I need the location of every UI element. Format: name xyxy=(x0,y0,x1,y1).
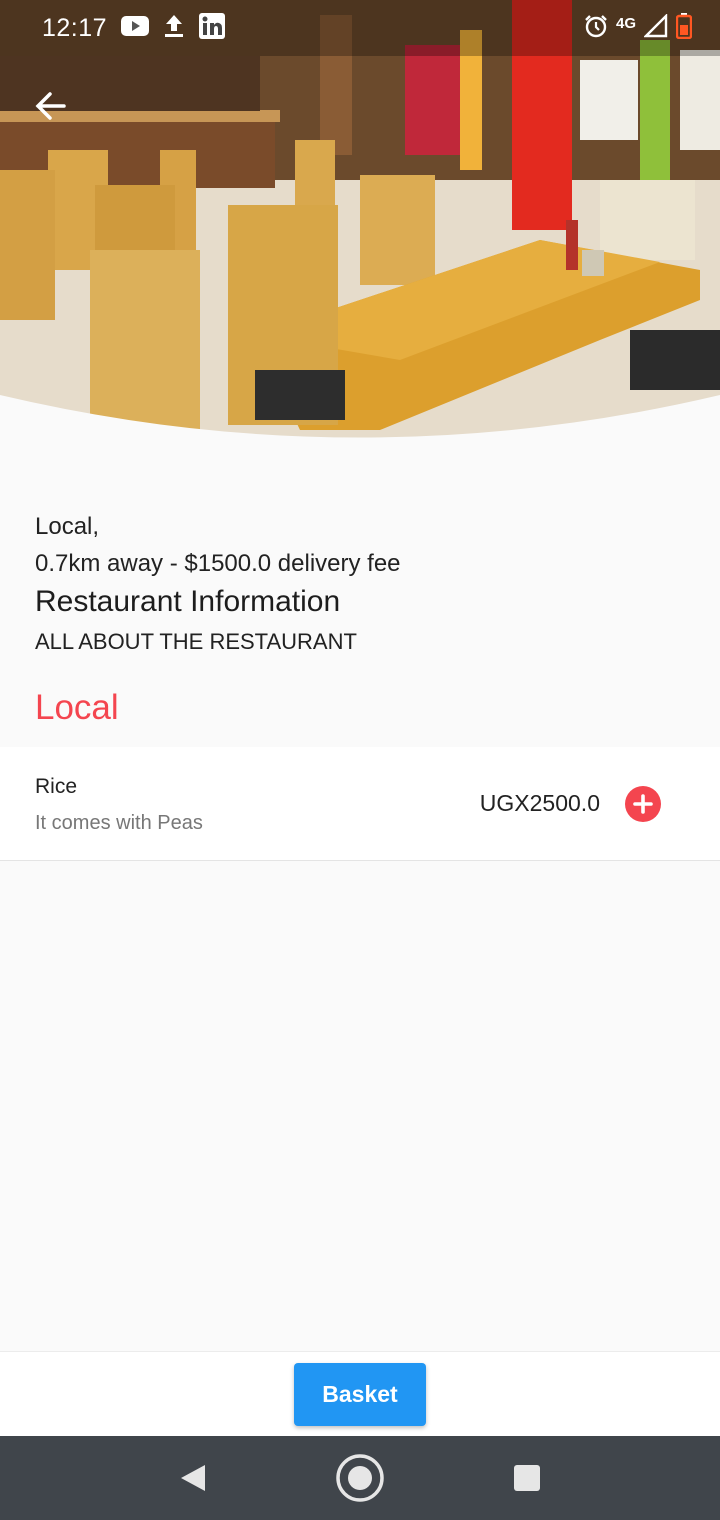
back-button[interactable] xyxy=(28,84,72,128)
restaurant-info-title: Restaurant Information xyxy=(35,585,341,618)
upload-icon xyxy=(163,14,185,43)
menu-item-description: It comes with Peas xyxy=(35,812,203,834)
add-to-basket-button[interactable] xyxy=(625,786,661,822)
basket-button[interactable]: Basket xyxy=(294,1363,426,1426)
restaurant-info: Local, 0.7km away - $1500.0 delivery fee… xyxy=(35,510,685,664)
square-recents-icon xyxy=(513,1465,540,1491)
alarm-icon xyxy=(584,14,608,43)
network-type: 4G xyxy=(615,14,636,32)
home-circle-icon xyxy=(336,1454,384,1502)
restaurant-info-subtitle: ALL ABOUT THE RESTAURANT xyxy=(35,629,357,654)
delivery-distance-fee: 0.7km away - $1500.0 delivery fee xyxy=(35,550,401,577)
nav-back-button[interactable] xyxy=(163,1448,223,1508)
menu-item-name: Rice xyxy=(35,775,78,798)
bottom-action-bar: Basket xyxy=(0,1351,720,1436)
system-navigation-bar xyxy=(0,1436,720,1520)
nav-recents-button[interactable] xyxy=(497,1448,557,1508)
menu-section-title: Local xyxy=(35,688,119,727)
menu-item-price: UGX2500.0 xyxy=(479,790,600,816)
restaurant-hero-image xyxy=(0,0,720,440)
hero-curve-mask xyxy=(0,395,720,440)
triangle-back-icon xyxy=(181,1465,206,1491)
signal-icon xyxy=(643,12,668,43)
plus-icon xyxy=(633,794,653,814)
nav-home-button[interactable] xyxy=(330,1448,390,1508)
status-time: 12:17 xyxy=(42,13,108,42)
linkedin-icon xyxy=(199,12,226,44)
arrow-back-icon xyxy=(35,92,66,120)
status-bar: 12:17 4G xyxy=(0,0,720,56)
youtube-icon xyxy=(121,15,150,41)
restaurant-category: Local, xyxy=(35,513,100,540)
menu-item[interactable]: Rice It comes with Peas UGX2500.0 xyxy=(0,747,720,861)
battery-icon xyxy=(675,12,693,44)
